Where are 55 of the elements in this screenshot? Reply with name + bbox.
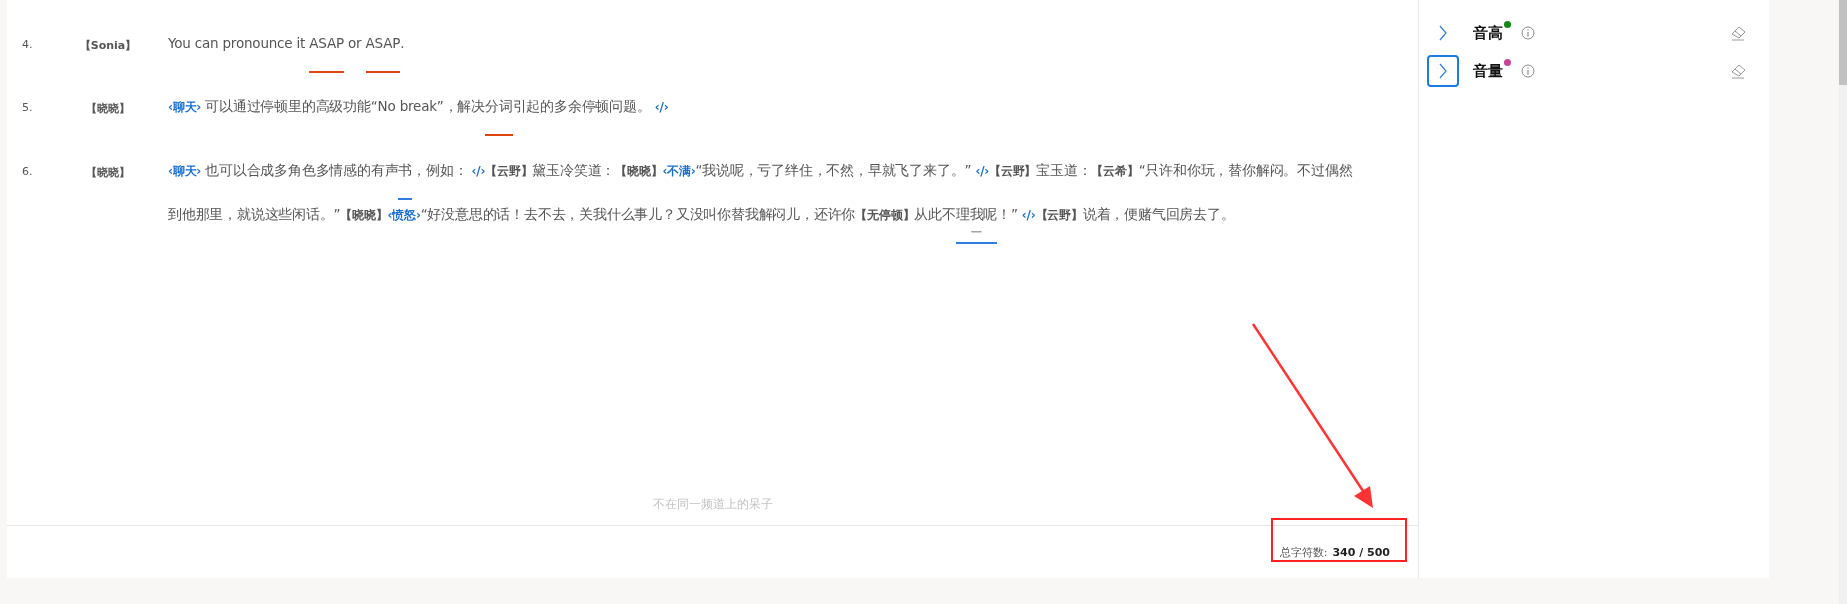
voice-tag[interactable]: 【无停顿】 bbox=[855, 208, 915, 222]
info-icon[interactable] bbox=[1521, 26, 1535, 40]
scrollbar-thumb[interactable] bbox=[1839, 0, 1847, 85]
eraser-icon[interactable] bbox=[1730, 63, 1747, 79]
info-icon[interactable] bbox=[1521, 64, 1535, 78]
voice-tag[interactable]: 【晓晓】 bbox=[340, 208, 388, 222]
chevron-icon bbox=[1438, 62, 1448, 80]
setting-label: 音量 bbox=[1473, 61, 1503, 81]
style-tag[interactable]: ‹聊天› bbox=[168, 164, 202, 178]
end-tag[interactable]: ‹/› bbox=[471, 164, 486, 178]
marked-word: 分词 bbox=[485, 98, 513, 114]
speaker-label[interactable]: 【晓晓】 bbox=[48, 99, 168, 129]
voice-tag[interactable]: 【云野】 bbox=[1035, 208, 1083, 222]
text: 从此不 bbox=[914, 206, 956, 222]
end-tag[interactable]: ‹/› bbox=[654, 100, 669, 114]
text: “我说呢，亏了绊住，不然，早就飞了来了。” bbox=[695, 162, 973, 178]
speaker-label[interactable]: 【Sonia】 bbox=[48, 36, 168, 65]
marked-word: ASAP bbox=[309, 35, 344, 51]
setting-label: 音高 bbox=[1473, 23, 1503, 43]
voice-tag[interactable]: 【云希】 bbox=[1091, 164, 1139, 178]
marked-word: 书 bbox=[398, 162, 413, 178]
style-tag[interactable]: ‹聊天› bbox=[168, 100, 202, 114]
voice-tag[interactable]: 【云野】 bbox=[989, 164, 1037, 178]
text: You can pronounce it bbox=[168, 35, 307, 51]
text: 引起的多余停顿问题。 bbox=[512, 98, 652, 114]
expand-button[interactable] bbox=[1427, 55, 1459, 87]
voice-tag[interactable]: 【晓晓】 bbox=[615, 164, 663, 178]
style-tag[interactable]: ‹愤怒› bbox=[387, 208, 421, 222]
line-number: 5. bbox=[22, 100, 34, 116]
text: 宝玉道： bbox=[1036, 162, 1092, 178]
text: or bbox=[347, 35, 363, 51]
text: “好没意思的话！去不去，关我什么事儿？又没叫你替我解闷儿，还许你 bbox=[420, 206, 856, 222]
speaker-label[interactable]: 【晓晓】 bbox=[48, 163, 168, 237]
text: 到他那里，就说这些闲话。” bbox=[168, 206, 341, 222]
text: 黛玉冷笑道： bbox=[532, 162, 616, 178]
style-tag[interactable]: ‹不满› bbox=[662, 164, 696, 178]
voice-tag[interactable]: 【云野】 bbox=[485, 164, 533, 178]
line-number: 4. bbox=[22, 37, 34, 53]
text: ，例如： bbox=[412, 162, 469, 178]
text: 可以通过停顿里的高级功能“No break”，解决 bbox=[204, 98, 486, 114]
text: “只许和你玩，替你解闷。不过偶然 bbox=[1138, 162, 1353, 178]
marked-word: 理我呢 bbox=[955, 206, 998, 222]
text: 也可以合成多角色多情感的有声 bbox=[204, 162, 399, 178]
end-tag[interactable]: ‹/› bbox=[1021, 208, 1036, 222]
chevron-icon bbox=[1438, 24, 1448, 42]
line-number: 6. bbox=[22, 164, 34, 180]
marked-word: ASAP bbox=[365, 35, 401, 51]
text: 说着，便赌气回房去了。 bbox=[1082, 206, 1235, 222]
end-tag[interactable]: ‹/› bbox=[975, 164, 990, 178]
note-text: 一 bbox=[970, 227, 983, 239]
text: ！” bbox=[997, 206, 1019, 222]
count-label: 总字符数: bbox=[1279, 544, 1328, 560]
count-value: 340 / 500 bbox=[1332, 545, 1390, 559]
eraser-icon[interactable] bbox=[1730, 25, 1747, 41]
text: . bbox=[400, 35, 405, 51]
